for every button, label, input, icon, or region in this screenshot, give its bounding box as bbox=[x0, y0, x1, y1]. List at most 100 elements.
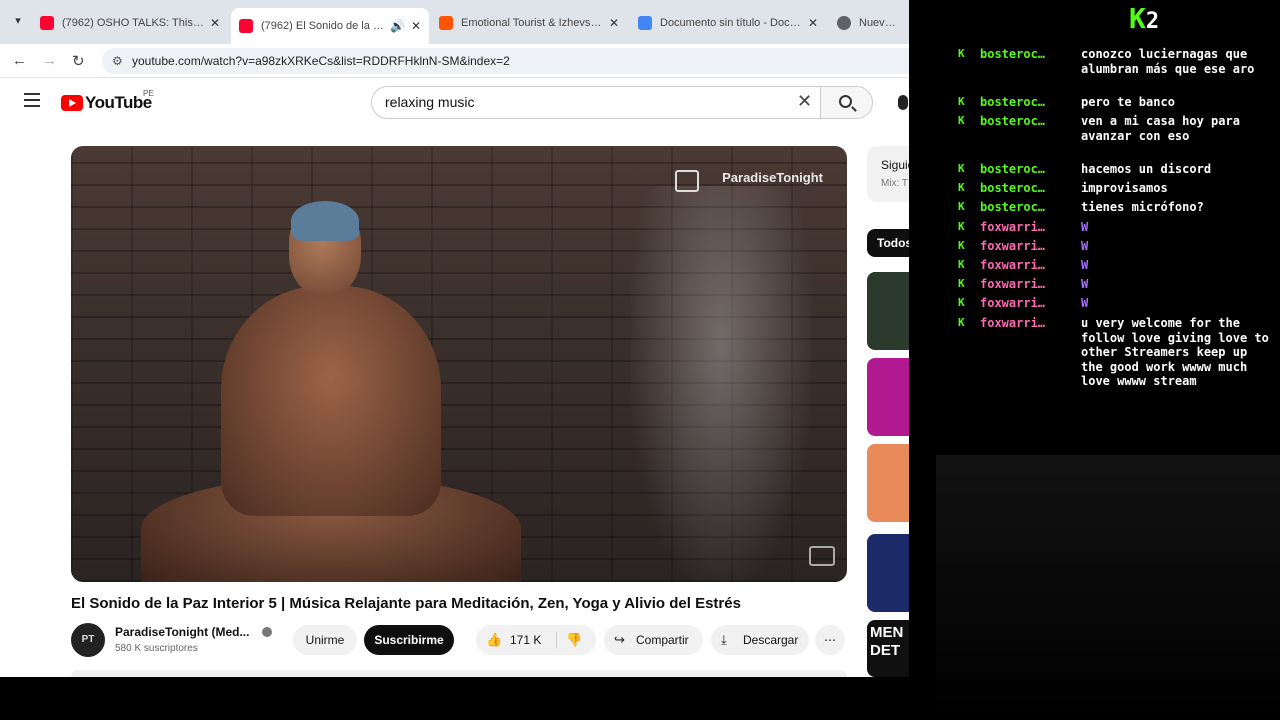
close-icon[interactable]: ✕ bbox=[411, 19, 421, 33]
chat-text: hacemos un discord bbox=[1081, 162, 1212, 176]
kick-badge-icon: K bbox=[958, 316, 965, 329]
kick-logo: K2 bbox=[1129, 2, 1159, 35]
chat-username[interactable]: foxwarri… bbox=[980, 296, 1045, 311]
kick-badge-icon: K bbox=[958, 220, 965, 233]
close-icon[interactable]: ✕ bbox=[609, 16, 619, 30]
chat-username[interactable]: foxwarri… bbox=[980, 316, 1045, 331]
playlist-mix-label: Mix: T bbox=[881, 178, 909, 189]
smoke bbox=[631, 186, 811, 582]
reload-icon[interactable]: ↻ bbox=[72, 52, 85, 70]
clear-search-icon[interactable]: ✕ bbox=[797, 91, 812, 112]
tab-title: (7962) El Sonido de la Paz In bbox=[261, 20, 384, 32]
channel-watermark-logo bbox=[675, 170, 699, 192]
country-code: PE bbox=[143, 89, 154, 98]
close-icon[interactable]: ✕ bbox=[808, 16, 818, 30]
tab-title: (7962) OSHO TALKS: This Is Onl bbox=[62, 17, 204, 29]
chat-username[interactable]: foxwarri… bbox=[980, 258, 1045, 273]
share-arrow-icon: ↪ bbox=[614, 632, 625, 647]
chat-username[interactable]: bosteroc… bbox=[980, 95, 1045, 110]
kick-badge-icon: K bbox=[958, 277, 965, 290]
chat-text: W bbox=[1081, 258, 1089, 272]
chat-username[interactable]: foxwarri… bbox=[980, 277, 1045, 292]
channel-name[interactable]: ParadiseTonight (Med... bbox=[115, 625, 249, 639]
chat-text: tienes micrófono? bbox=[1081, 200, 1204, 214]
chip-all[interactable]: Todos bbox=[867, 229, 909, 257]
recommendation-thumbnail[interactable]: MEN DET bbox=[867, 620, 909, 677]
youtube-favicon-icon bbox=[239, 19, 253, 33]
chat-text: W bbox=[1081, 220, 1089, 234]
download-icon: ⤓ bbox=[721, 632, 727, 647]
chat-username[interactable]: foxwarri… bbox=[980, 220, 1045, 235]
playlist-panel[interactable]: Siguie Mix: T bbox=[867, 146, 909, 202]
like-divider bbox=[556, 632, 557, 648]
microphone-icon[interactable] bbox=[898, 95, 908, 110]
close-icon[interactable]: ✕ bbox=[210, 16, 220, 30]
chat-username[interactable]: bosteroc… bbox=[980, 181, 1045, 196]
kick-badge-icon: K bbox=[958, 114, 965, 127]
description-box[interactable] bbox=[71, 670, 847, 677]
tab-title: Emotional Tourist & Izhevski - L bbox=[461, 17, 603, 29]
tab-strip: ▾ (7962) OSHO TALKS: This Is Onl ✕ (7962… bbox=[0, 0, 909, 44]
soundcloud-favicon-icon bbox=[439, 16, 453, 30]
chat-username[interactable]: bosteroc… bbox=[980, 200, 1045, 215]
thumbs-up-icon: 👍 bbox=[486, 632, 503, 647]
kick-badge-icon: K bbox=[958, 95, 965, 108]
chat-text: improvisamos bbox=[1081, 181, 1168, 195]
youtube-header: YouTube PE relaxing music ✕ bbox=[0, 79, 909, 125]
chat-text: pero te banco bbox=[1081, 95, 1175, 109]
subscribe-button[interactable]: Suscribirme bbox=[364, 625, 454, 655]
tab-nueva-pestana[interactable]: Nueva pest bbox=[829, 8, 909, 38]
recommendation-thumbnail[interactable] bbox=[867, 534, 909, 612]
subscriber-count: 580 K suscriptores bbox=[115, 643, 198, 654]
kick-badge-icon: K bbox=[958, 162, 965, 175]
chat-username[interactable]: bosteroc… bbox=[980, 162, 1045, 177]
recommendation-thumbnail[interactable] bbox=[867, 358, 909, 436]
join-button[interactable]: Unirme bbox=[293, 625, 357, 655]
share-button[interactable]: ↪ Compartir bbox=[604, 625, 703, 655]
search-icon bbox=[839, 95, 852, 108]
youtube-favicon-icon bbox=[40, 16, 54, 30]
like-button[interactable]: 👍 171 K 👎 bbox=[476, 625, 596, 655]
buddha-body bbox=[221, 286, 441, 516]
forward-arrow-icon[interactable]: → bbox=[42, 52, 57, 69]
search-input[interactable]: relaxing music bbox=[371, 86, 830, 119]
chat-username[interactable]: bosteroc… bbox=[980, 47, 1045, 62]
tab-title: Documento sin título - Docume bbox=[660, 17, 802, 29]
browser-window: ▾ (7962) OSHO TALKS: This Is Onl ✕ (7962… bbox=[0, 0, 909, 677]
recommendation-thumbnail[interactable] bbox=[867, 272, 909, 350]
url-field[interactable]: ⚙ youtube.com/watch?v=a98zkXRKeCs&list=R… bbox=[102, 48, 909, 74]
chat-username[interactable]: foxwarri… bbox=[980, 239, 1045, 254]
tab-osho-talks[interactable]: (7962) OSHO TALKS: This Is Onl ✕ bbox=[32, 8, 228, 38]
menu-icon[interactable] bbox=[24, 93, 40, 107]
back-arrow-icon[interactable]: ← bbox=[12, 52, 27, 69]
tab-search-chevron-icon[interactable]: ▾ bbox=[8, 11, 28, 31]
chat-text: W bbox=[1081, 296, 1089, 310]
more-options-icon[interactable]: ⋯ bbox=[815, 625, 845, 655]
tab-documento[interactable]: Documento sin título - Docume ✕ bbox=[630, 8, 826, 38]
playlist-next-label: Siguie bbox=[881, 158, 909, 172]
tab-sonido-de-la-paz[interactable]: (7962) El Sonido de la Paz In 🔊 ✕ bbox=[231, 8, 429, 44]
tab-emotional-tourist[interactable]: Emotional Tourist & Izhevski - L ✕ bbox=[431, 8, 627, 38]
youtube-logo[interactable]: YouTube bbox=[61, 93, 152, 113]
kick-badge-icon: K bbox=[958, 200, 965, 213]
corner-watermark-icon[interactable] bbox=[809, 546, 835, 566]
youtube-wordmark: YouTube bbox=[85, 93, 152, 112]
site-settings-icon[interactable]: ⚙ bbox=[112, 48, 123, 74]
download-label: Descargar bbox=[743, 633, 799, 647]
webcam-area bbox=[936, 455, 1280, 720]
chat-text: ven a mi casa hoy para avanzar con eso bbox=[1081, 114, 1240, 143]
chat-username[interactable]: bosteroc… bbox=[980, 114, 1045, 129]
url-text: youtube.com/watch?v=a98zkXRKeCs&list=RDD… bbox=[132, 54, 510, 68]
recommendation-thumbnail[interactable] bbox=[867, 444, 909, 522]
verified-icon bbox=[262, 627, 272, 637]
video-title: El Sonido de la Paz Interior 5 | Música … bbox=[71, 595, 741, 612]
download-button[interactable]: ⤓ Descargar bbox=[711, 625, 809, 655]
video-player[interactable]: ParadiseTonight bbox=[71, 146, 847, 582]
thumbs-down-icon[interactable]: 👎 bbox=[566, 625, 582, 655]
speaker-icon[interactable]: 🔊 bbox=[390, 19, 405, 33]
youtube-play-icon bbox=[61, 95, 83, 111]
search-button[interactable] bbox=[820, 86, 873, 119]
avatar[interactable]: PT bbox=[71, 623, 105, 657]
docs-favicon-icon bbox=[638, 16, 652, 30]
tab-title: Nueva pest bbox=[859, 17, 901, 29]
